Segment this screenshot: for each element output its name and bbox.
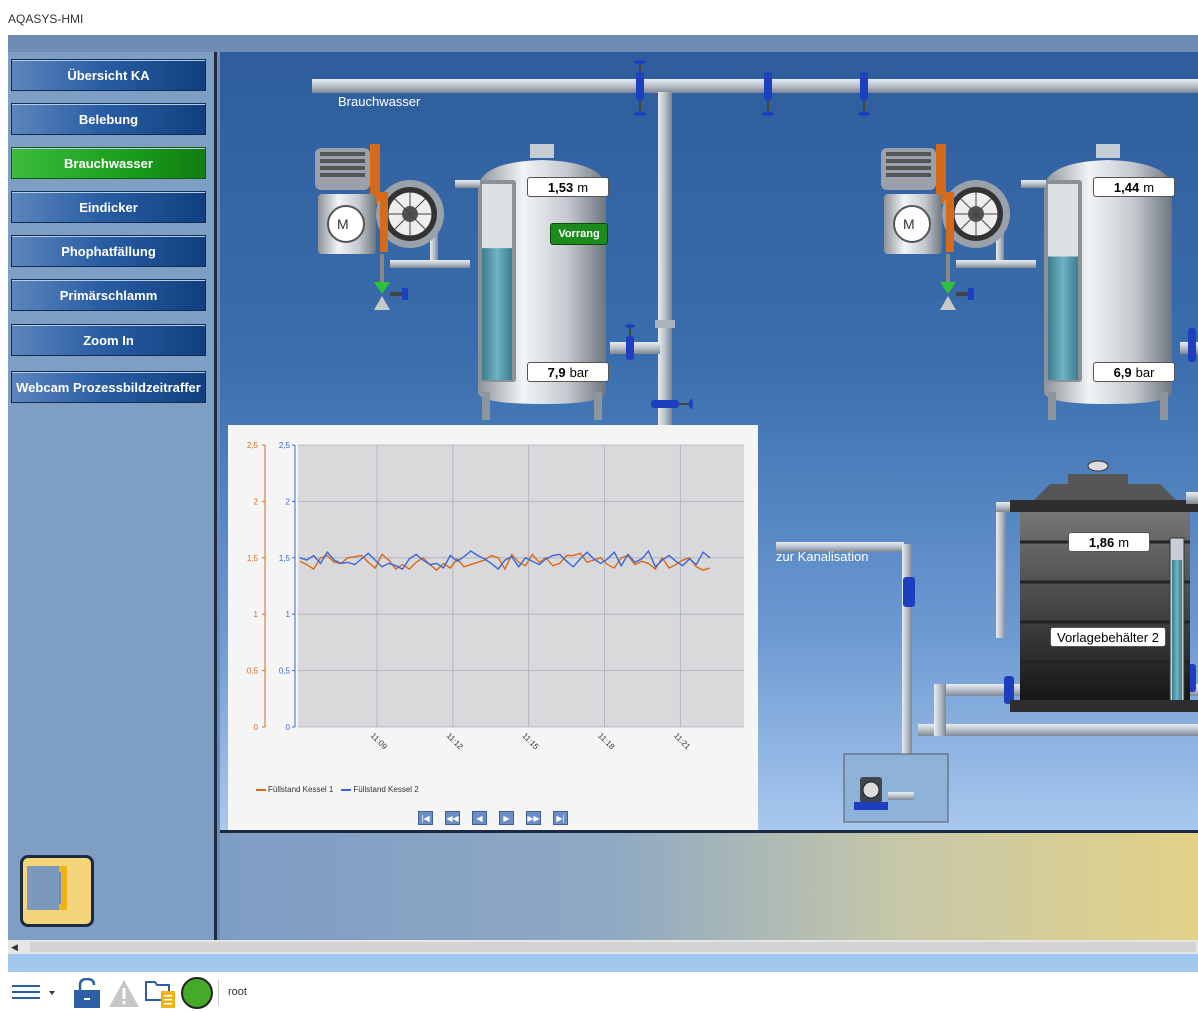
y-tick-label-right: 2	[286, 497, 291, 506]
y-tick-label-right: 1,5	[279, 554, 291, 563]
horizontal-scrollbar[interactable]: ◀	[8, 940, 1198, 954]
tank-1-water-level	[482, 248, 512, 380]
tank-2-pressure-display: 6,9 bar	[1093, 362, 1175, 382]
legend-item-kessel-2: Füllstand Kessel 2	[341, 785, 419, 794]
chart-legend: Füllstand Kessel 1 Füllstand Kessel 2	[256, 785, 419, 794]
legend-label-kessel-2: Füllstand Kessel 2	[353, 785, 419, 794]
pipe-label-brauchwasser: Brauchwasser	[338, 94, 421, 109]
chart-forward-button[interactable]: ▶	[499, 811, 514, 825]
x-tick-label: 11:09	[369, 731, 389, 751]
y-tick-label-left: 2	[254, 497, 259, 506]
pump-motor-1	[315, 144, 444, 310]
chart-fast-forward-button[interactable]: ▶▶	[526, 811, 541, 825]
nav-button-zoom-in[interactable]: Zoom In	[11, 324, 206, 356]
priority-badge[interactable]: Vorrang	[550, 223, 608, 245]
y-tick-label-right: 0,5	[279, 667, 291, 676]
nav-button-webcam[interactable]: Webcam Prozessbildzeitraffer	[11, 371, 206, 403]
tank-3-name-label: Vorlagebehälter 2	[1050, 627, 1166, 647]
motor-2-label: M	[903, 216, 915, 232]
legend-label-kessel-1: Füllstand Kessel 1	[268, 785, 334, 794]
tank-1-level-display: 1,53 m	[527, 177, 609, 197]
tank-2-pressure-value: 6,9	[1113, 364, 1132, 380]
tank-2-water-level	[1048, 256, 1078, 380]
tank-1-pressure-value: 7,9	[547, 364, 566, 380]
warning-icon[interactable]	[108, 978, 140, 1008]
x-tick-label: 11:12	[445, 731, 465, 751]
chart-last-button[interactable]: ▶|	[553, 811, 568, 825]
tank-1-pressure-unit: bar	[569, 364, 589, 380]
nav-button-brauchwasser[interactable]: Brauchwasser	[11, 147, 206, 179]
y-tick-label-left: 0	[254, 723, 259, 732]
vertical-pipe	[658, 92, 672, 432]
y-tick-label-left: 1	[254, 610, 259, 619]
tank-2-level-unit: m	[1143, 179, 1155, 195]
y-tick-label-left: 1,5	[247, 554, 259, 563]
buffer-tank-level	[1172, 560, 1182, 702]
outlet-label: zur Kanalisation	[776, 549, 869, 564]
app-title: AQASYS-HMI	[8, 12, 84, 26]
y-tick-label-right: 1	[286, 610, 291, 619]
nav-button-uebersicht-ka[interactable]: Übersicht KA	[11, 59, 206, 91]
tank-3-level-display: 1,86 m	[1068, 532, 1150, 552]
tank-3-level-unit: m	[1118, 534, 1130, 550]
chart-fast-back-button[interactable]: ◀◀	[445, 811, 460, 825]
menu-icon[interactable]	[12, 978, 58, 1006]
tank-1-pressure-display: 7,9 bar	[527, 362, 609, 382]
pump-motor-2	[881, 144, 1010, 310]
y-tick-label-right: 0	[286, 723, 291, 732]
navigation-sidebar: Übersicht KA Belebung Brauchwasser Eindi…	[8, 52, 217, 940]
x-tick-label: 11:18	[596, 731, 616, 751]
tank-1-level-value: 1,53	[547, 179, 574, 195]
status-bar: root	[0, 972, 1198, 1012]
valve-icon	[625, 324, 635, 360]
trend-chart-panel: 0 0 0,5 0,5 1 1 1,5 1,5 2 2 2,5 2,5 11:09 11:12 11:15 1…	[228, 425, 758, 830]
tank-1-level-unit: m	[577, 179, 589, 195]
x-tick-label: 11:21	[672, 731, 692, 751]
tank-2-level-value: 1,44	[1113, 179, 1140, 195]
folder-document-icon[interactable]	[145, 978, 177, 1008]
flow-meter-icon	[903, 577, 915, 607]
valve-icon	[634, 100, 646, 116]
nav-button-eindicker[interactable]: Eindicker	[11, 191, 206, 223]
nav-button-primaerschlamm[interactable]: Primärschlamm	[11, 279, 206, 311]
y-tick-label-right: 2,5	[279, 441, 291, 450]
chart-first-button[interactable]: |◀	[418, 811, 433, 825]
current-user: root	[228, 986, 247, 998]
overview-thumbnail[interactable]	[20, 855, 94, 927]
buffer-tank	[1010, 460, 1198, 712]
y-tick-label-left: 2,5	[247, 441, 259, 450]
chart-back-button[interactable]: ◀	[472, 811, 487, 825]
legend-item-kessel-1: Füllstand Kessel 1	[256, 785, 333, 794]
chart-navigation: |◀ ◀◀ ◀ ▶ ▶▶ ▶|	[418, 811, 568, 825]
tank-3-level-value: 1,86	[1088, 534, 1115, 550]
process-scene: M M Brauchwasser zur Kanalisation 1,53 m…	[220, 52, 1198, 830]
separator-strip	[8, 954, 1198, 972]
valve-icon	[858, 72, 870, 116]
scroll-track[interactable]	[30, 942, 1196, 952]
status-ok-icon[interactable]	[180, 976, 214, 1010]
scroll-left-icon[interactable]: ◀	[11, 942, 18, 953]
tank-2-pressure-unit: bar	[1135, 364, 1155, 380]
tank-2-level-display: 1,44 m	[1093, 177, 1175, 197]
main-water-pipe	[312, 79, 1198, 93]
plot-area	[298, 445, 744, 727]
valve-icon	[762, 72, 774, 116]
bottom-band	[220, 830, 1198, 940]
trend-chart: 0 0 0,5 0,5 1 1 1,5 1,5 2 2 2,5 2,5 11:09 11:12 11:15 1…	[247, 441, 744, 752]
y-tick-label-left: 0,5	[247, 667, 259, 676]
hmi-frame: Übersicht KA Belebung Brauchwasser Eindi…	[8, 35, 1198, 940]
valve-icon	[651, 399, 693, 409]
lift-station	[843, 753, 949, 823]
x-tick-label: 11:15	[520, 731, 540, 751]
nav-button-belebung[interactable]: Belebung	[11, 103, 206, 135]
nav-button-phophatfaellung[interactable]: Phophatfällung	[11, 235, 206, 267]
motor-1-label: M	[337, 216, 349, 232]
unlock-icon[interactable]	[72, 978, 102, 1008]
